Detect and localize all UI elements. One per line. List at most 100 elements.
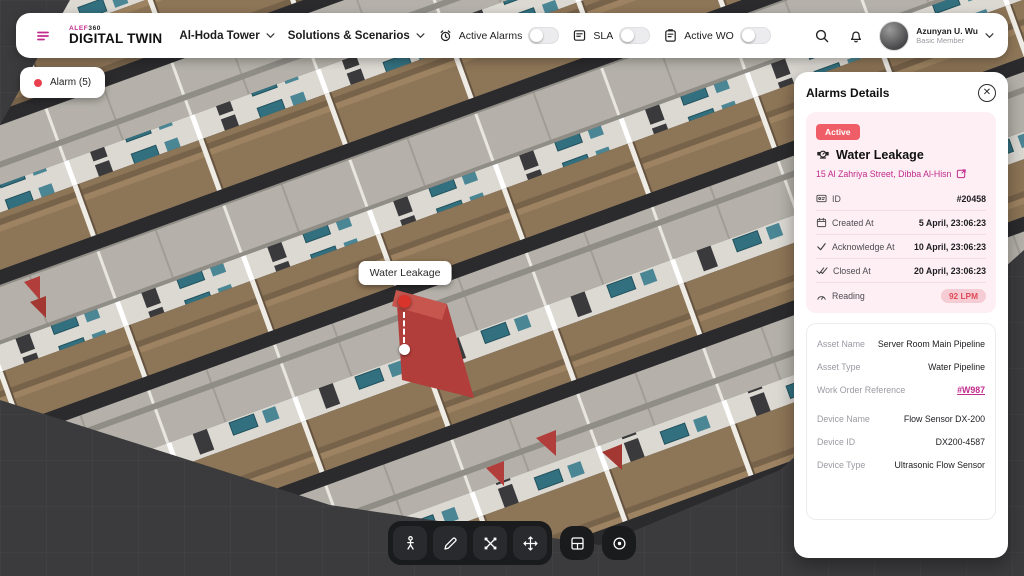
active-wo-toggle-group: Active WO	[663, 27, 771, 44]
pen-icon	[442, 535, 459, 552]
check-icon	[816, 241, 827, 252]
tower-selector[interactable]: Al-Hoda Tower	[179, 30, 274, 42]
asset-row: Device Name Flow Sensor DX-200	[817, 407, 985, 430]
gauge-icon	[816, 291, 827, 302]
status-badge: Active	[816, 124, 860, 140]
row-value: #20458	[957, 194, 986, 204]
hamburger-icon	[35, 28, 51, 44]
chevron-down-icon	[416, 33, 425, 39]
sla-label: SLA	[593, 30, 613, 42]
menu-button[interactable]	[30, 23, 56, 49]
wireframe-icon	[482, 535, 499, 552]
focus-target-icon	[611, 535, 628, 552]
active-alarms-label: Active Alarms	[459, 30, 523, 42]
panel-header: Alarms Details ✕	[806, 84, 996, 102]
row-label: Reading	[832, 291, 865, 301]
sla-toggle-group: SLA	[572, 27, 650, 44]
alarm-address-link[interactable]: 15 Al Zahriya Street, Dibba Al-Hisn	[816, 168, 986, 179]
alarm-row-created: Created At 5 April, 23:06:23	[816, 210, 986, 234]
asset-label: Device Type	[817, 460, 865, 470]
walk-mode-button[interactable]	[393, 526, 427, 560]
panel-title: Alarms Details	[806, 86, 889, 100]
asset-label: Asset Type	[817, 362, 860, 372]
row-value: 20 April, 23:06:23	[914, 266, 986, 276]
row-label: ID	[832, 194, 841, 204]
asset-label: Device ID	[817, 437, 855, 447]
asset-value: Flow Sensor DX-200	[904, 414, 985, 424]
edit-button[interactable]	[433, 526, 467, 560]
brand-logo: ALEF360 DIGITAL TWIN	[69, 25, 162, 47]
notifications-button[interactable]	[845, 25, 867, 47]
asset-label: Device Name	[817, 414, 870, 424]
alarm-row-reading: Reading 92 LPM	[816, 282, 986, 309]
alarm-title-row: Water Leakage	[816, 148, 986, 162]
asset-value: Water Pipeline	[928, 362, 985, 372]
asset-details-card: Asset Name Server Room Main Pipeline Ass…	[806, 323, 996, 520]
marker-tooltip: Water Leakage	[359, 261, 452, 285]
solutions-selector[interactable]: Solutions & Scenarios	[288, 30, 425, 42]
alarms-details-panel: Alarms Details ✕ Active Water Leakage 15…	[794, 72, 1008, 558]
row-label: Acknowledge At	[832, 242, 895, 252]
id-card-icon	[816, 193, 827, 204]
scene-toolbar	[388, 521, 636, 565]
bell-icon	[848, 28, 864, 44]
alarm-row-id: ID #20458	[816, 187, 986, 210]
active-wo-toggle[interactable]	[740, 27, 771, 44]
asset-label: Work Order Reference	[817, 385, 905, 395]
solutions-selector-label: Solutions & Scenarios	[288, 30, 410, 42]
brand-title: DIGITAL TWIN	[69, 32, 162, 47]
user-menu[interactable]: Azunyan U. Wu Basic Member	[879, 21, 994, 51]
user-name-block: Azunyan U. Wu Basic Member	[916, 26, 978, 46]
topbar-right: Azunyan U. Wu Basic Member	[811, 21, 994, 51]
alarm-chip-label: Alarm (5)	[50, 77, 91, 88]
user-role: Basic Member	[916, 36, 978, 45]
app-window: Water Leakage ALEF360 DIGITAL TWIN Al-Ho…	[0, 0, 1024, 576]
work-order-icon	[663, 28, 678, 43]
reading-badge: 92 LPM	[941, 289, 986, 303]
alarm-summary-card: Active Water Leakage 15 Al Zahriya Stree…	[806, 112, 996, 313]
alarm-clock-icon	[438, 28, 453, 43]
row-value: 10 April, 23:06:23	[914, 242, 986, 252]
row-label: Closed At	[833, 266, 871, 276]
alarm-address: 15 Al Zahriya Street, Dibba Al-Hisn	[816, 169, 951, 179]
walk-person-icon	[402, 535, 419, 552]
search-icon	[814, 28, 830, 44]
asset-row: Asset Name Server Room Main Pipeline	[817, 332, 985, 355]
minimap-button[interactable]	[560, 526, 594, 560]
alarm-dot-icon	[34, 79, 42, 87]
alarm-count-chip[interactable]: Alarm (5)	[20, 67, 105, 98]
asset-value: DX200-4587	[936, 437, 985, 447]
wireframe-button[interactable]	[473, 526, 507, 560]
tool-group	[388, 521, 552, 565]
asset-row: Device ID DX200-4587	[817, 430, 985, 453]
work-order-link[interactable]: #W987	[957, 385, 985, 395]
asset-value: Server Room Main Pipeline	[878, 339, 985, 349]
top-bar: ALEF360 DIGITAL TWIN Al-Hoda Tower Solut…	[16, 13, 1008, 58]
move-button[interactable]	[513, 526, 547, 560]
alarm-title: Water Leakage	[836, 148, 924, 162]
minimap-icon	[569, 535, 586, 552]
row-label: Created At	[832, 218, 874, 228]
asset-value: Ultrasonic Flow Sensor	[895, 460, 985, 470]
alarm-pin[interactable]	[398, 295, 411, 308]
asset-row-work-order: Work Order Reference #W987	[817, 378, 985, 401]
asset-row: Asset Type Water Pipeline	[817, 355, 985, 378]
focus-button[interactable]	[602, 526, 636, 560]
asset-row: Device Type Ultrasonic Flow Sensor	[817, 453, 985, 476]
double-check-icon	[816, 265, 828, 276]
pin-connector	[403, 312, 405, 343]
alarm-row-acknowledged: Acknowledge At 10 April, 23:06:23	[816, 234, 986, 258]
water-meter-icon	[816, 148, 830, 162]
chevron-down-icon	[266, 33, 275, 39]
chevron-down-icon	[985, 33, 994, 39]
alarm-row-closed: Closed At 20 April, 23:06:23	[816, 258, 986, 282]
sla-toggle[interactable]	[619, 27, 650, 44]
user-name: Azunyan U. Wu	[916, 26, 978, 37]
asset-label: Asset Name	[817, 339, 865, 349]
row-value: 5 April, 23:06:23	[919, 218, 986, 228]
calendar-icon	[816, 217, 827, 228]
search-button[interactable]	[811, 25, 833, 47]
active-alarms-toggle[interactable]	[528, 27, 559, 44]
active-wo-label: Active WO	[684, 30, 734, 42]
close-icon[interactable]: ✕	[978, 84, 996, 102]
